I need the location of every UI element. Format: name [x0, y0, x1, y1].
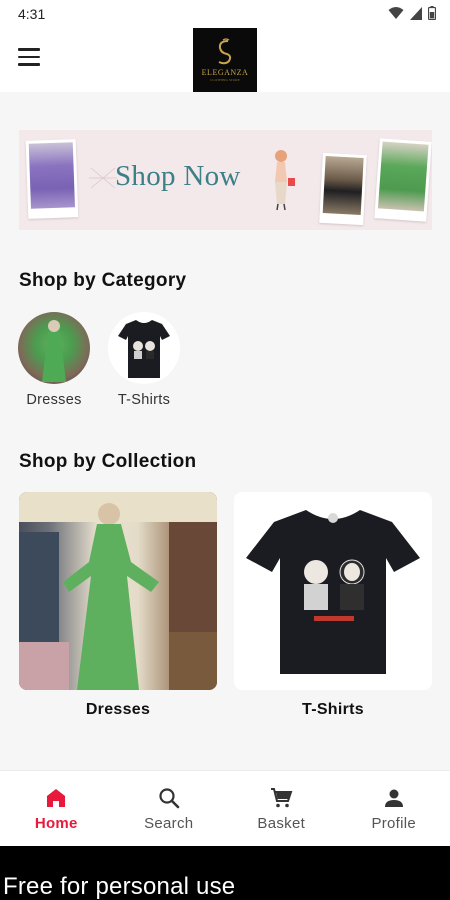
bottom-navigation: Home Search Basket Profile: [0, 770, 450, 846]
nav-label-basket: Basket: [257, 815, 306, 832]
collection-dresses-image: [19, 492, 217, 690]
logo-subtext: CLOTHING STORE: [210, 78, 240, 82]
logo-text: ELEGANZA: [201, 68, 249, 77]
category-section-title: Shop by Category: [19, 270, 187, 291]
nav-item-profile[interactable]: Profile: [338, 771, 450, 846]
nav-item-basket[interactable]: Basket: [225, 771, 338, 846]
banner-text: Shop Now: [115, 160, 241, 192]
battery-icon: [428, 6, 436, 20]
collection-card-dresses[interactable]: Dresses: [19, 492, 217, 719]
search-icon: [156, 785, 182, 811]
store-logo[interactable]: ELEGANZA CLOTHING STORE: [193, 28, 257, 92]
collection-label-dresses: Dresses: [85, 701, 151, 718]
footer-bar: Free for personal use: [0, 846, 450, 900]
category-label-tshirts: T-Shirts: [117, 392, 171, 408]
nav-label-profile: Profile: [371, 815, 417, 832]
wifi-icon: [388, 7, 404, 19]
cart-icon: [268, 785, 294, 811]
nav-item-search[interactable]: Search: [113, 771, 226, 846]
collection-card-tshirts[interactable]: T-Shirts: [234, 492, 432, 719]
category-label-dresses: Dresses: [26, 392, 82, 408]
category-dresses-image: [18, 312, 90, 384]
person-icon: [381, 785, 407, 811]
collection-section-title: Shop by Collection: [19, 451, 197, 472]
collection-tshirts-image: [234, 492, 432, 690]
collection-label-tshirts: T-Shirts: [302, 701, 364, 718]
banner-photo-green-dress: [374, 138, 432, 222]
status-icons: [388, 6, 436, 20]
home-icon: [43, 785, 69, 811]
footer-text: Free for personal use: [3, 873, 236, 900]
banner-woman-illustration: [275, 150, 295, 211]
nav-item-home[interactable]: Home: [0, 771, 113, 846]
category-tshirts-image: [108, 312, 180, 384]
cellular-signal-icon: [410, 6, 422, 20]
hamburger-menu-icon[interactable]: [18, 48, 42, 68]
nav-label-search: Search: [144, 815, 194, 832]
banner-sparkle-decoration: [89, 167, 117, 189]
app-header: ELEGANZA CLOTHING STORE: [0, 28, 450, 92]
status-time: 4:31: [18, 6, 46, 22]
category-item-tshirts[interactable]: T-Shirts: [104, 312, 184, 408]
category-item-dresses[interactable]: Dresses: [14, 312, 94, 408]
banner-photo-purple-dress: [25, 139, 79, 219]
shop-now-banner[interactable]: Shop Now: [19, 130, 432, 230]
banner-photo-black-dress: [319, 152, 367, 226]
logo-mark-icon: [218, 38, 232, 65]
nav-label-home: Home: [34, 815, 78, 832]
status-bar: 4:31: [0, 0, 450, 28]
